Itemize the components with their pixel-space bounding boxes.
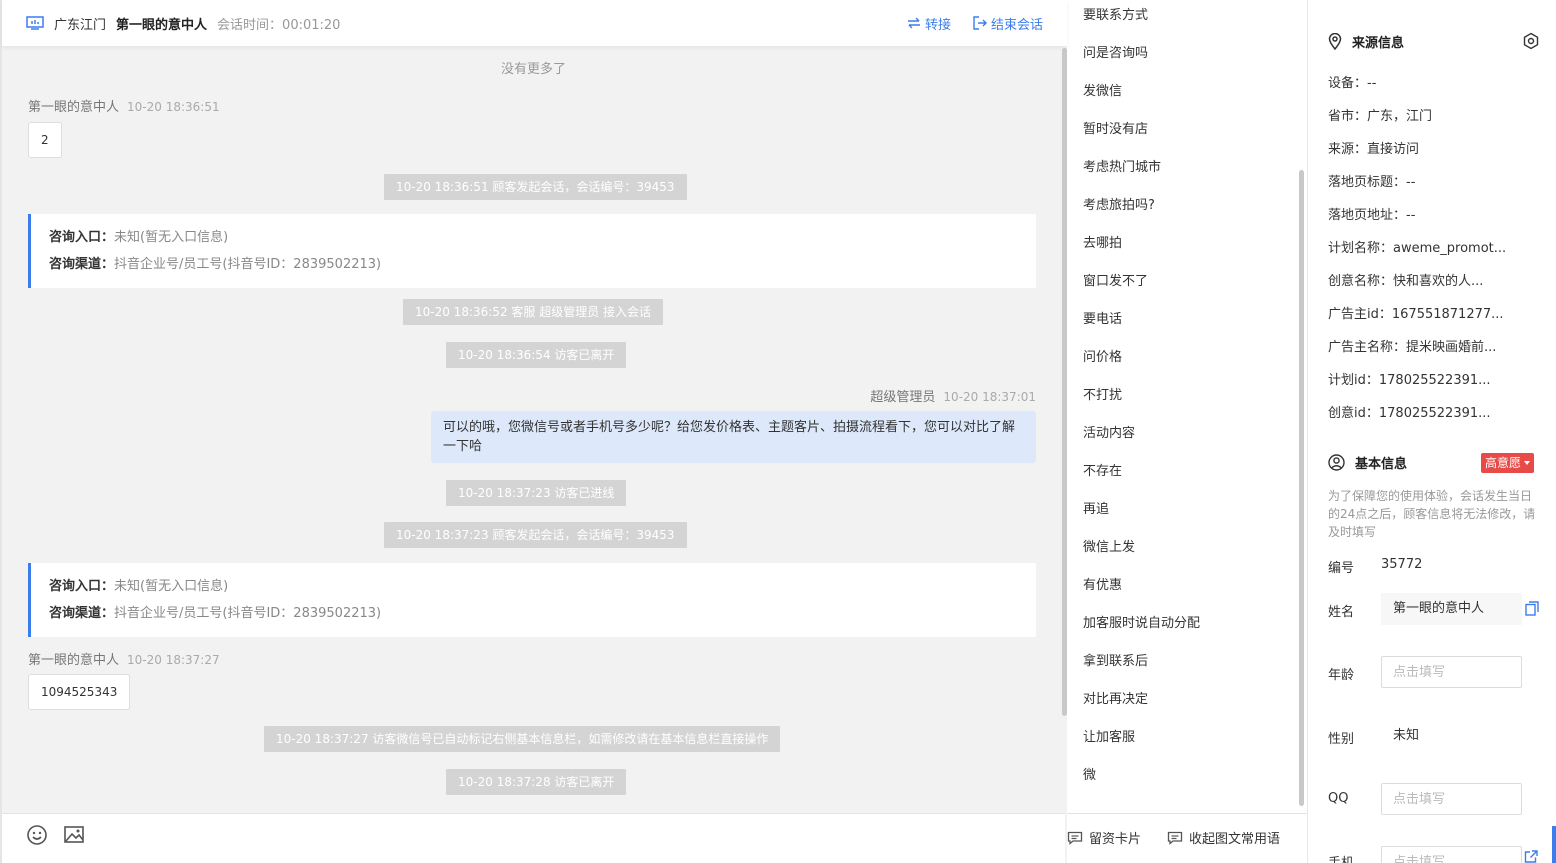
quick-reply-item[interactable]: 要电话 xyxy=(1083,308,1122,327)
name-label: 姓名 xyxy=(1328,605,1355,620)
intent-badge[interactable]: 高意愿 xyxy=(1481,453,1535,473)
quick-reply-item[interactable]: 考虑热门城市 xyxy=(1083,156,1161,175)
chat-header: 广东江门 第一眼的意中人 会话时间：00:01:20 转接 结束会话 xyxy=(2,0,1067,46)
info-advertiser-id: 广告主id：167551871277... xyxy=(1328,307,1504,322)
image-icon[interactable] xyxy=(63,824,85,846)
quick-reply-scrollbar[interactable] xyxy=(1299,170,1304,806)
system-message: 10-20 18:36:51 顾客发起会话，会话编号：39453 xyxy=(384,174,687,200)
system-message: 10-20 18:37:23 顾客发起会话，会话编号：39453 xyxy=(384,522,687,548)
info-advertiser-name: 广告主名称：提米映画婚前... xyxy=(1328,340,1497,355)
info-landing-title: 落地页标题：-- xyxy=(1328,175,1416,190)
info-device: 设备：-- xyxy=(1328,76,1377,91)
settings-hexagon-icon[interactable] xyxy=(1522,32,1540,50)
info-landing-url: 落地页地址：-- xyxy=(1328,208,1416,223)
exit-icon xyxy=(973,16,987,30)
system-message: 10-20 18:37:27 访客微信号已自动标记右侧基本信息栏，如需修改请在基… xyxy=(264,726,781,752)
visitor-message: 1094525343 xyxy=(28,674,131,710)
name-field[interactable]: 第一眼的意中人 xyxy=(1381,593,1522,625)
user-circle-icon xyxy=(1328,454,1345,471)
gender-select[interactable]: 未知 xyxy=(1381,720,1522,752)
quick-reply-item[interactable]: 考虑旅拍吗? xyxy=(1083,194,1155,213)
quick-reply-item[interactable]: 要联系方式 xyxy=(1083,4,1148,23)
message-list[interactable]: 没有更多了 第一眼的意中人 10-20 18:36:51 2 10-20 18:3… xyxy=(2,46,1065,813)
age-label: 年龄 xyxy=(1328,668,1355,683)
source-info-title: 来源信息 xyxy=(1328,32,1404,51)
info-creative-id: 创意id：178025522391... xyxy=(1328,406,1491,421)
chat-panel: 广东江门 第一眼的意中人 会话时间：00:01:20 转接 结束会话 没有更多了… xyxy=(0,0,1067,863)
quick-reply-item[interactable]: 微信上发 xyxy=(1083,536,1135,555)
copy-icon[interactable] xyxy=(1525,601,1539,616)
quick-reply-item[interactable]: 拿到联系后 xyxy=(1083,650,1148,669)
message-card-icon xyxy=(1067,831,1083,845)
system-message: 10-20 18:36:54 访客已离开 xyxy=(446,342,627,368)
basic-info-title: 基本信息 xyxy=(1328,453,1407,472)
external-link-icon[interactable] xyxy=(1524,850,1538,863)
caret-down-icon xyxy=(1524,461,1531,465)
info-plan-id: 计划id：178025522391... xyxy=(1328,373,1491,388)
message-sender: 超级管理员 10-20 18:37:01 xyxy=(870,390,1036,405)
quick-reply-item[interactable]: 问价格 xyxy=(1083,346,1122,365)
quick-reply-item[interactable]: 让加客服 xyxy=(1083,726,1135,745)
quick-reply-item[interactable]: 窗口发不了 xyxy=(1083,270,1148,289)
system-message: 10-20 18:36:52 客服 超级管理员 接入会话 xyxy=(403,299,664,325)
session-time: 会话时间：00:01:20 xyxy=(217,17,341,33)
quick-reply-item[interactable]: 加客服时说自动分配 xyxy=(1083,612,1200,631)
end-session-button[interactable]: 结束会话 xyxy=(973,14,1043,33)
message-list-icon xyxy=(1167,831,1183,845)
composer-toolbar xyxy=(2,813,1065,863)
panel-edge-tab[interactable] xyxy=(1552,826,1556,863)
no-more-hint: 没有更多了 xyxy=(500,62,566,77)
agent-message: 可以的哦，您微信号或者手机号多少呢？给您发价格表、主题客片、拍摄流程看下，您可以… xyxy=(431,411,1036,463)
age-input[interactable] xyxy=(1381,656,1522,688)
info-source: 来源：直接访问 xyxy=(1328,142,1420,157)
visitor-name: 第一眼的意中人 xyxy=(116,17,208,33)
quick-reply-item[interactable]: 暂时没有店 xyxy=(1083,118,1148,137)
transfer-button[interactable]: 转接 xyxy=(907,14,951,33)
quick-reply-item[interactable]: 去哪拍 xyxy=(1083,232,1122,251)
info-plan-name: 计划名称：aweme_promot... xyxy=(1328,241,1507,256)
quick-reply-item[interactable]: 再追 xyxy=(1083,498,1109,517)
monitor-icon xyxy=(26,16,44,30)
qq-input[interactable] xyxy=(1381,783,1522,815)
quick-reply-item[interactable]: 对比再决定 xyxy=(1083,688,1148,707)
info-province-city: 省市：广东，江门 xyxy=(1328,109,1433,124)
visitor-region: 广东江门 xyxy=(54,17,107,33)
message-sender: 第一眼的意中人 10-20 18:36:51 xyxy=(28,100,220,115)
transfer-icon xyxy=(907,17,920,29)
gender-label: 性别 xyxy=(1328,732,1355,747)
quick-reply-item[interactable]: 微 xyxy=(1083,764,1096,783)
quick-reply-panel: 要联系方式 问是咨询吗 发微信 暂时没有店 考虑热门城市 考虑旅拍吗? 去哪拍 … xyxy=(1067,0,1307,813)
emoji-icon[interactable] xyxy=(26,824,48,846)
phone-input[interactable] xyxy=(1381,846,1522,863)
entry-info-card: 咨询入口：未知(暂无入口信息) 咨询渠道：抖音企业号/员工号(抖音号ID：283… xyxy=(28,214,1036,288)
phone-label: 手机 xyxy=(1328,852,1354,863)
lead-card-button[interactable]: 留资卡片 xyxy=(1067,828,1141,847)
id-label: 编号 xyxy=(1328,561,1355,576)
customer-info-panel: 来源信息 设备：-- 省市：广东，江门 来源：直接访问 落地页标题：-- 落地页… xyxy=(1307,0,1556,863)
system-message: 10-20 18:37:23 访客已进线 xyxy=(446,480,627,506)
location-pin-icon xyxy=(1328,33,1342,50)
message-sender: 第一眼的意中人 10-20 18:37:27 xyxy=(28,653,220,668)
info-creative-name: 创意名称：快和喜欢的人... xyxy=(1328,274,1484,289)
collapse-replies-button[interactable]: 收起图文常用语 xyxy=(1167,828,1280,847)
id-value: 35772 xyxy=(1381,557,1423,572)
system-message: 10-20 18:37:28 访客已离开 xyxy=(446,769,627,795)
quick-reply-item[interactable]: 问是咨询吗 xyxy=(1083,42,1148,61)
visitor-message: 2 xyxy=(28,122,62,158)
quick-reply-item[interactable]: 不打扰 xyxy=(1083,384,1122,403)
quick-reply-item[interactable]: 不存在 xyxy=(1083,460,1122,479)
quick-reply-item[interactable]: 活动内容 xyxy=(1083,422,1135,441)
quick-reply-item[interactable]: 发微信 xyxy=(1083,80,1122,99)
edit-deadline-note: 为了保障您的使用体验，会话发生当日的24点之后，顾客信息将无法修改，请及时填写 xyxy=(1328,489,1536,539)
qq-label: QQ xyxy=(1328,791,1349,806)
entry-info-card: 咨询入口：未知(暂无入口信息) 咨询渠道：抖音企业号/员工号(抖音号ID：283… xyxy=(28,563,1036,637)
quick-reply-footer: 留资卡片 收起图文常用语 xyxy=(1067,813,1307,863)
quick-reply-item[interactable]: 有优惠 xyxy=(1083,574,1122,593)
